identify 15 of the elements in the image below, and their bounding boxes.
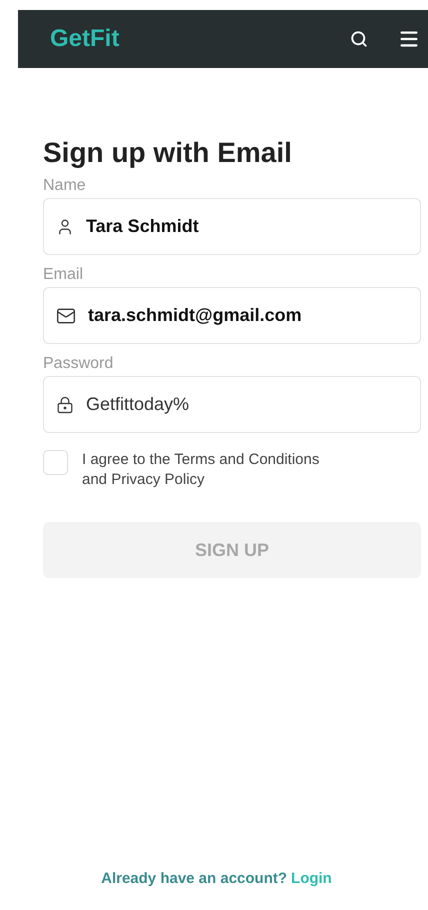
search-icon xyxy=(350,30,368,48)
field-label: Password xyxy=(43,354,114,374)
field-label: Name xyxy=(43,176,87,196)
logo[interactable]: GetFit xyxy=(50,21,120,57)
lock-icon xyxy=(56,396,74,414)
agree-checkbox[interactable] xyxy=(43,450,68,475)
field-label: Email xyxy=(43,265,84,285)
person-icon xyxy=(56,218,74,236)
input-field[interactable]: Getfittoday% xyxy=(43,376,421,433)
account-prompt: Already have an account? xyxy=(101,868,288,888)
mail-icon xyxy=(56,306,76,326)
input-field[interactable]: tara.schmidt@gmail.com xyxy=(43,287,421,344)
agreement-text: I agree to the Terms and Conditions and Privacy Policy xyxy=(82,450,320,490)
input-field[interactable]: Tara Schmidt xyxy=(43,198,421,255)
page-title: Sign up with Email xyxy=(43,136,293,170)
